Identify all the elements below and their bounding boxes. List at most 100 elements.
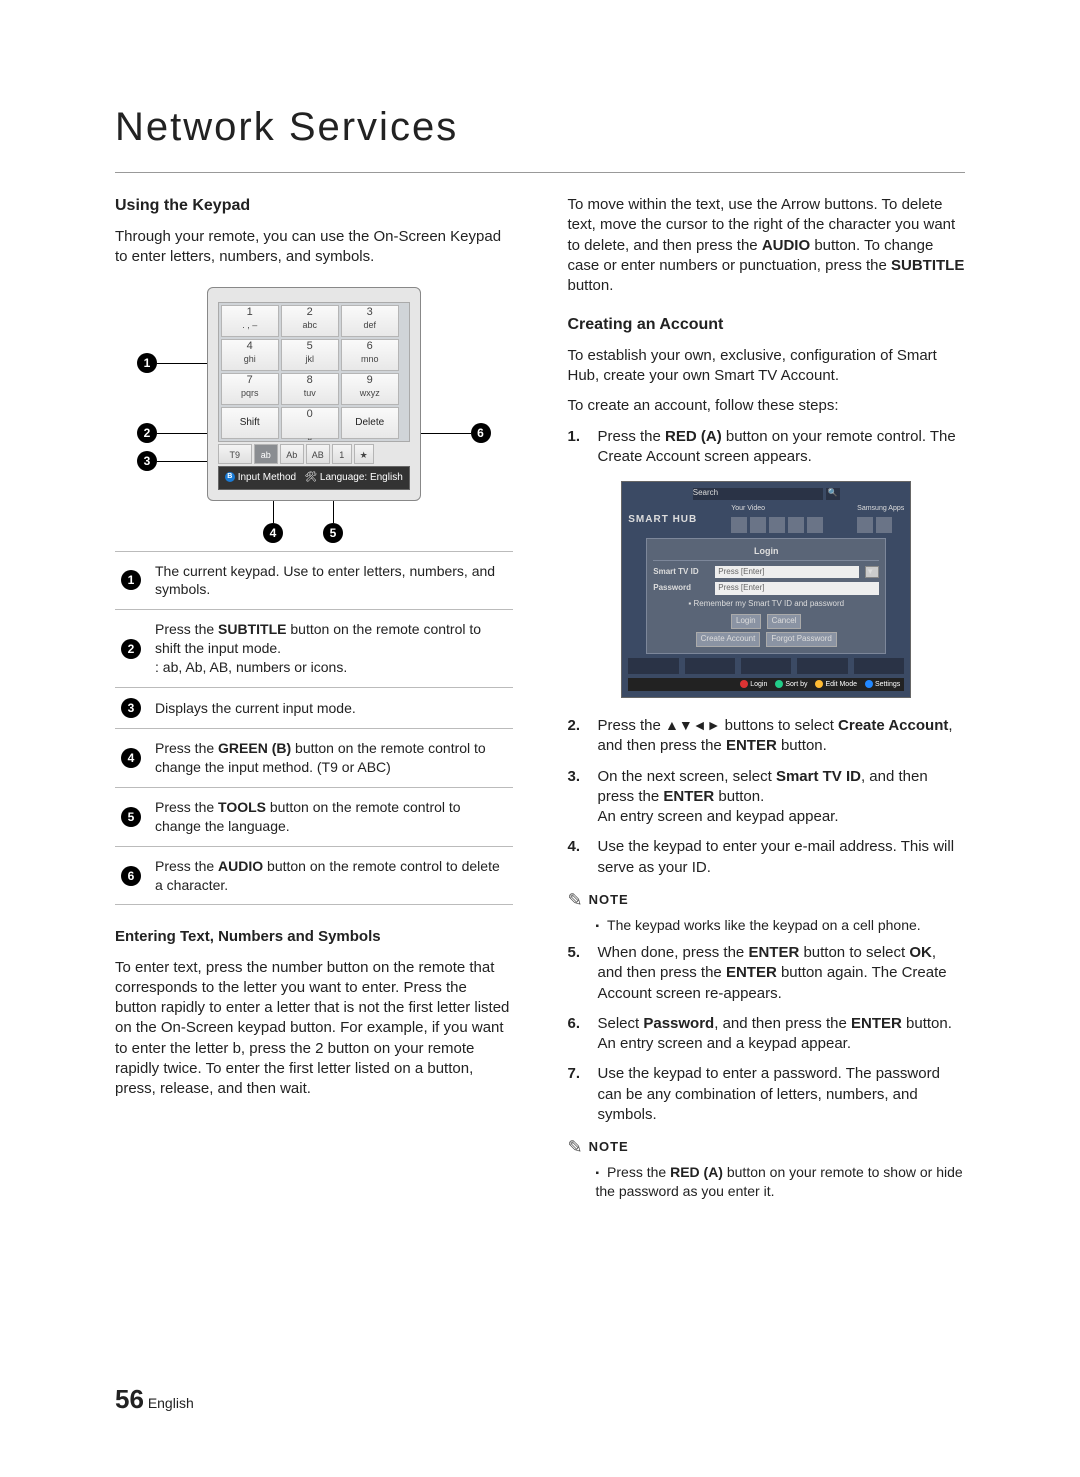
legend-num-4: 4 <box>121 748 141 768</box>
two-column-layout: Using the Keypad Through your remote, yo… <box>115 195 965 1207</box>
note-1-header: ✎ NOTE <box>568 888 966 912</box>
hub-your-video: Your Video <box>731 504 823 513</box>
mode-row: T9 ab Ab AB 1 ★ <box>218 444 410 464</box>
key-shift[interactable]: Shift <box>221 407 279 439</box>
creating-account-intro1: To establish your own, exclusive, config… <box>568 346 966 387</box>
step-3: 3. On the next screen, select Smart TV I… <box>568 767 966 828</box>
legend-text-1: The current keypad. Use to enter letters… <box>149 551 513 610</box>
steps-list-cont: 2. Press the ▲▼◄► buttons to select Crea… <box>568 716 966 878</box>
right-column: To move within the text, use the Arrow b… <box>568 195 966 1207</box>
legend-text-6: Press the AUDIO button on the remote con… <box>149 846 513 905</box>
using-keypad-heading: Using the Keypad <box>115 195 513 217</box>
hub-app-icons <box>857 517 904 533</box>
legend-num-5: 5 <box>121 807 141 827</box>
keypad-intro: Through your remote, you can use the On-… <box>115 227 513 268</box>
hub-forgot-password-button[interactable]: Forgot Password <box>766 632 836 647</box>
hub-login-panel: Login Smart TV ID Press [Enter] ▼ Passwo… <box>646 538 886 654</box>
mode-star[interactable]: ★ <box>354 444 374 464</box>
hub-samsung-apps: Samsung Apps <box>857 504 904 513</box>
mode-ab-up[interactable]: AB <box>306 444 330 464</box>
keypad-footer: BInput Method 🛠 Language: English <box>218 466 410 490</box>
left-column: Using the Keypad Through your remote, yo… <box>115 195 513 1207</box>
legend-text-5: Press the TOOLS button on the remote con… <box>149 787 513 846</box>
key-8[interactable]: 8tuv <box>281 373 339 405</box>
key-5[interactable]: 5jkl <box>281 339 339 371</box>
key-6[interactable]: 6mno <box>341 339 399 371</box>
hub-id-field[interactable]: Press [Enter] <box>715 566 859 579</box>
move-text-para: To move within the text, use the Arrow b… <box>568 195 966 296</box>
note-2-item: Press the RED (A) button on your remote … <box>596 1163 966 1201</box>
note-1-item: The keypad works like the keypad on a ce… <box>596 916 966 935</box>
footer-lang-label: Language: English <box>320 472 403 483</box>
key-4[interactable]: 4ghi <box>221 339 279 371</box>
callout-2-line <box>157 433 211 434</box>
callout-6-line <box>417 433 471 434</box>
legend-num-3: 3 <box>121 698 141 718</box>
steps-list-cont2: 5. When done, press the ENTER button to … <box>568 943 966 1125</box>
hub-search-field[interactable]: Search <box>693 488 823 500</box>
note-label-2: NOTE <box>589 1138 629 1156</box>
legend-text-4: Press the GREEN (B) button on the remote… <box>149 729 513 788</box>
step-6: 6. Select Password, and then press the E… <box>568 1014 966 1055</box>
legend-num-1: 1 <box>121 570 141 590</box>
key-0[interactable]: 0⎵ <box>281 407 339 439</box>
entering-text-para: To enter text, press the number button o… <box>115 958 513 1100</box>
page-title: Network Services <box>115 100 965 154</box>
hub-id-dropdown[interactable]: ▼ <box>865 566 879 578</box>
title-rule <box>115 172 965 173</box>
hub-cancel-button[interactable]: Cancel <box>767 614 802 629</box>
page-number: 56 <box>115 1384 144 1414</box>
hub-footer: Login Sort by Edit Mode Settings <box>628 678 904 691</box>
callout-3-line <box>157 461 211 462</box>
mode-1[interactable]: 1 <box>332 444 352 464</box>
note-icon: ✎ <box>568 888 583 912</box>
page-footer: 56 English <box>115 1382 194 1417</box>
key-3[interactable]: 3def <box>341 305 399 337</box>
callout-1-line <box>157 363 211 364</box>
key-7[interactable]: 7pqrs <box>221 373 279 405</box>
legend-text-3: Displays the current input mode. <box>149 688 513 729</box>
callout-3: 3 <box>137 451 157 471</box>
legend-text-2: Press the SUBTITLE button on the remote … <box>149 610 513 688</box>
key-delete[interactable]: Delete <box>341 407 399 439</box>
mode-ab-low[interactable]: ab <box>254 444 278 464</box>
key-1[interactable]: 1. , – <box>221 305 279 337</box>
callout-2: 2 <box>137 423 157 443</box>
key-9[interactable]: 9wxyz <box>341 373 399 405</box>
entering-text-heading: Entering Text, Numbers and Symbols <box>115 927 513 947</box>
step-1: 1. Press the RED (A) button on your remo… <box>568 427 966 468</box>
hub-create-account-button[interactable]: Create Account <box>696 632 761 647</box>
note-label: NOTE <box>589 891 629 909</box>
key-2[interactable]: 2abc <box>281 305 339 337</box>
note-2-list: Press the RED (A) button on your remote … <box>568 1163 966 1201</box>
hub-login-button[interactable]: Login <box>731 614 761 629</box>
legend-num-2: 2 <box>121 639 141 659</box>
step-4: 4. Use the keypad to enter your e-mail a… <box>568 837 966 878</box>
callout-4: 4 <box>263 523 283 543</box>
creating-account-heading: Creating an Account <box>568 314 966 336</box>
hub-search-icon[interactable]: 🔍 <box>826 488 840 500</box>
legend-table: 1 The current keypad. Use to enter lette… <box>115 551 513 906</box>
callout-1: 1 <box>137 353 157 373</box>
mode-ab-cap[interactable]: Ab <box>280 444 304 464</box>
keypad-device: 1. , – 2abc 3def 4ghi 5jkl 6mno 7pqrs 8t… <box>207 287 421 501</box>
callout-5: 5 <box>323 523 343 543</box>
hub-remember[interactable]: ▪ Remember my Smart TV ID and password <box>653 599 879 610</box>
note-2-header: ✎ NOTE <box>568 1135 966 1159</box>
hub-icons <box>731 517 823 533</box>
legend-num-6: 6 <box>121 866 141 886</box>
smart-hub-screenshot: Search 🔍 SMART HUB Your Video Samsung Ap… <box>621 481 911 698</box>
note-icon-2: ✎ <box>568 1135 583 1159</box>
keypad-grid: 1. , – 2abc 3def 4ghi 5jkl 6mno 7pqrs 8t… <box>218 302 410 442</box>
hub-thumbs <box>628 658 904 674</box>
hub-pw-field[interactable]: Press [Enter] <box>715 582 879 595</box>
footer-input-label: Input Method <box>238 472 296 483</box>
step-7: 7. Use the keypad to enter a password. T… <box>568 1064 966 1125</box>
step-5: 5. When done, press the ENTER button to … <box>568 943 966 1004</box>
hub-login-title: Login <box>653 545 879 561</box>
hub-id-label: Smart TV ID <box>653 567 709 578</box>
hub-brand: SMART HUB <box>628 513 697 527</box>
mode-t9[interactable]: T9 <box>218 444 252 464</box>
note-1-list: The keypad works like the keypad on a ce… <box>568 916 966 935</box>
keypad-figure: 1 2 3 6 4 5 1. , – 2abc 3def 4ghi 5jkl 6… <box>115 287 513 501</box>
